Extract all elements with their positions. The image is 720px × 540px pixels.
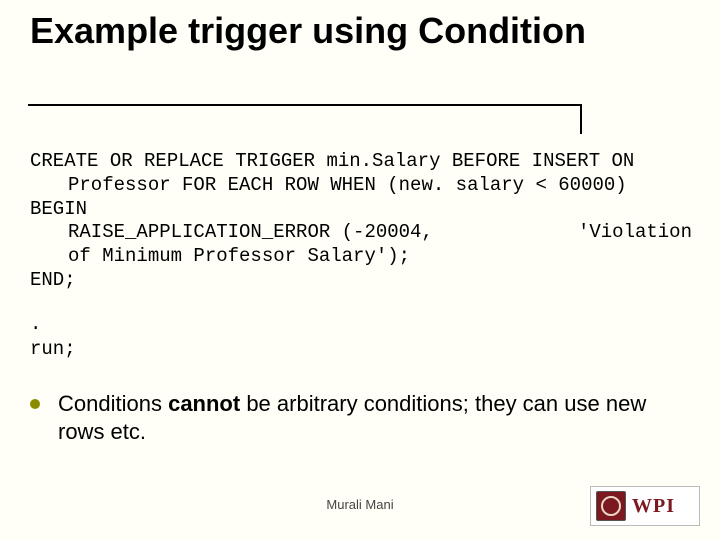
run-block: . run; [30,312,76,361]
slide: Example trigger using Condition CREATE O… [0,0,720,540]
bullet-text: Conditions cannot be arbitrary condition… [58,390,690,445]
bullet-bold: cannot [168,391,240,416]
code-line-4b: 'Violation [578,221,692,245]
code-line-5: of Minimum Professor Salary'); [30,245,690,269]
slide-title: Example trigger using Condition [30,10,670,51]
bullet-item: Conditions cannot be arbitrary condition… [30,390,690,445]
run-cmd: run; [30,338,76,360]
run-dot: . [30,313,41,335]
wpi-logo: WPI [590,486,700,526]
bullet-pre: Conditions [58,391,168,416]
code-line-4a: RAISE_APPLICATION_ERROR (-20004, [68,221,433,245]
code-line-2: Professor FOR EACH ROW WHEN (new. salary… [30,174,690,198]
code-line-6: END; [30,269,76,291]
wpi-logo-text: WPI [632,495,675,518]
code-line-1: CREATE OR REPLACE TRIGGER min.Salary BEF… [30,150,634,172]
wpi-seal-icon [596,491,626,521]
code-line-3: BEGIN [30,198,87,220]
title-underline-tick [580,104,582,134]
bullet-icon [30,399,40,409]
title-underline [28,104,580,106]
code-block: CREATE OR REPLACE TRIGGER min.Salary BEF… [30,150,690,293]
